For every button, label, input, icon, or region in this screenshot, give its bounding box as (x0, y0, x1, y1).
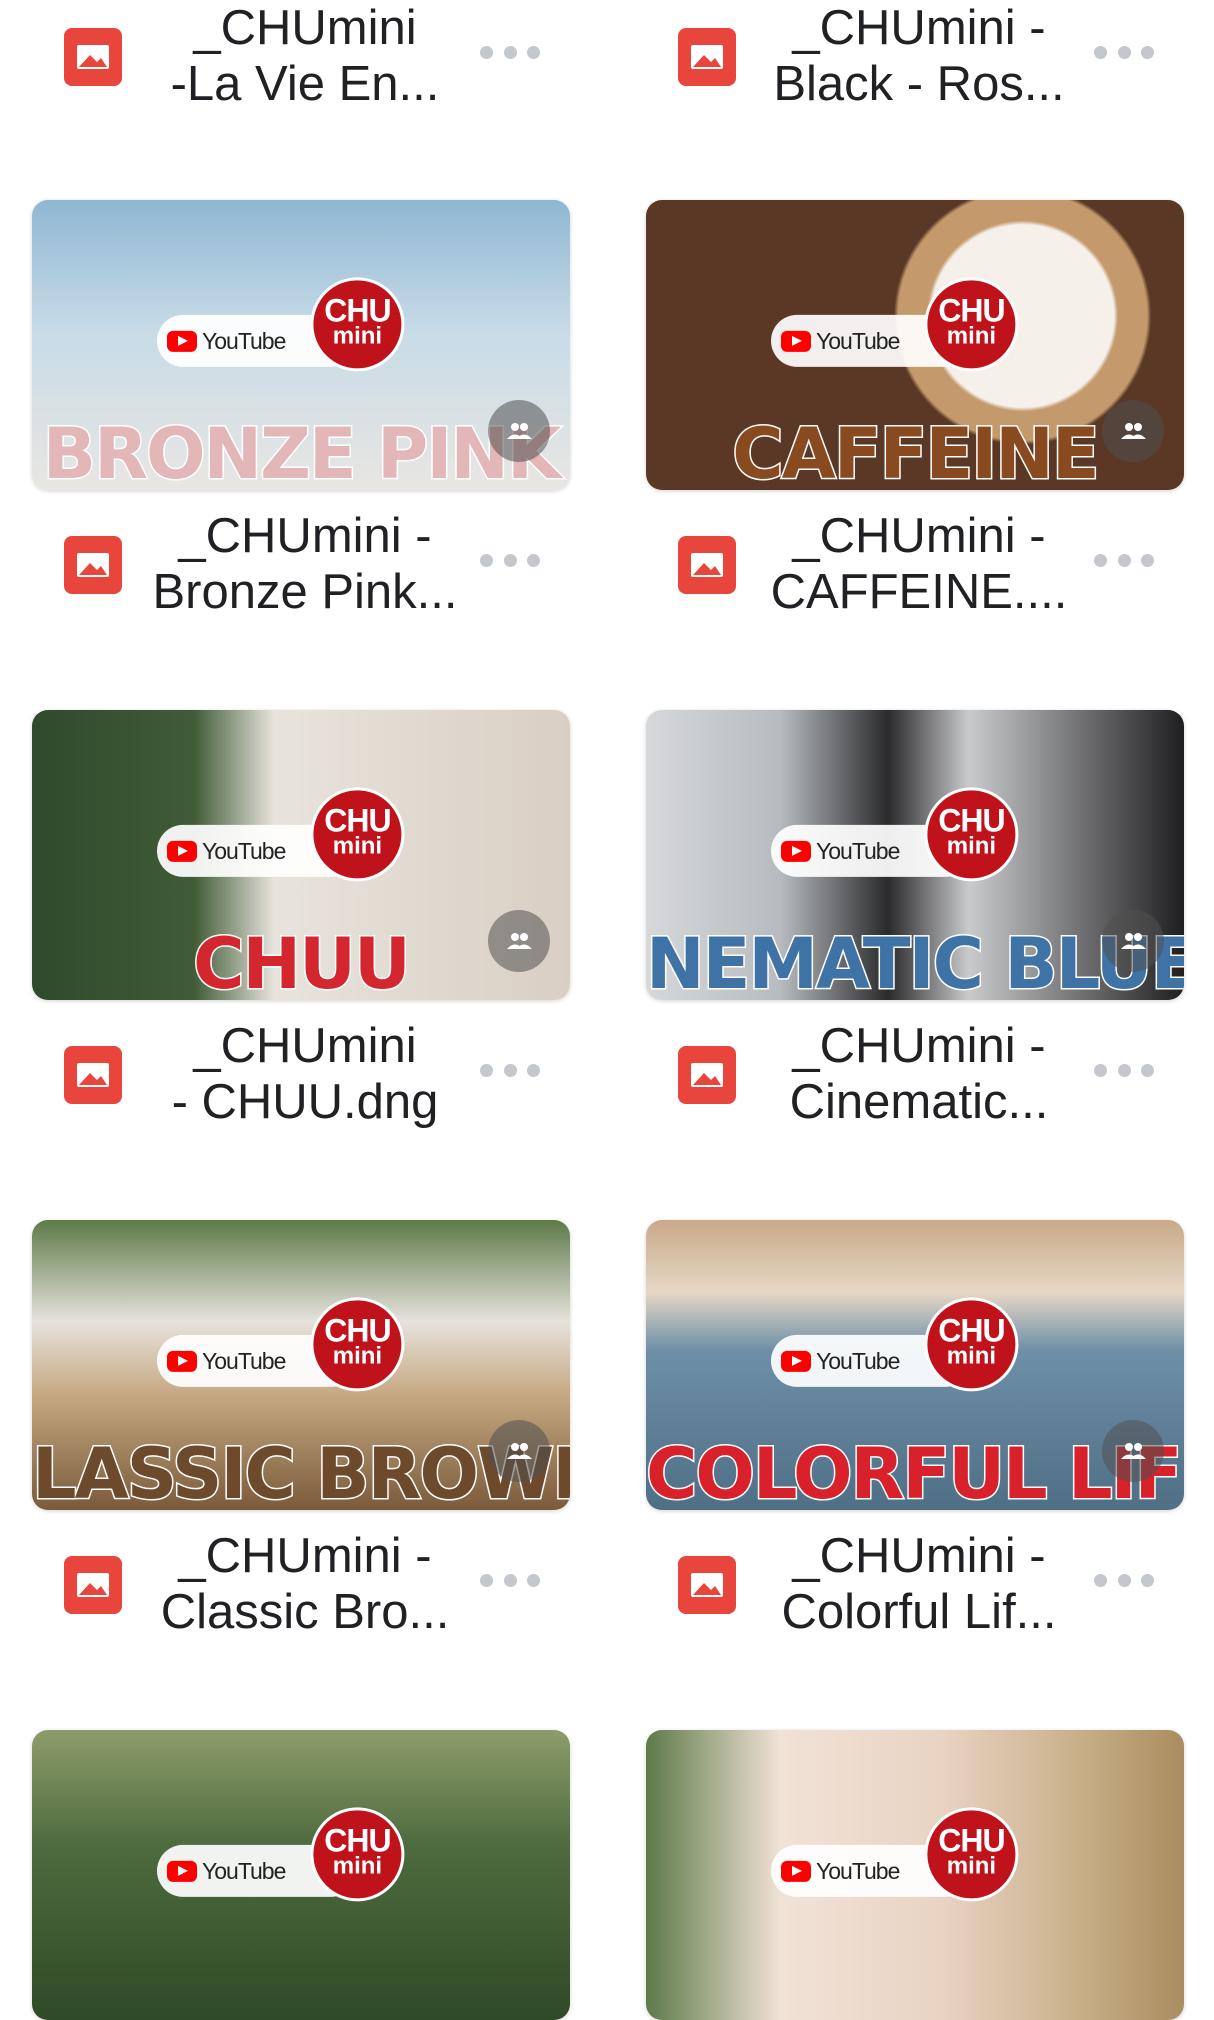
more-options-icon[interactable] (1094, 548, 1154, 572)
more-options-icon[interactable] (480, 1568, 540, 1592)
more-options-icon[interactable] (1094, 1568, 1154, 1592)
youtube-logo-icon (167, 840, 197, 862)
chu-mini-logo: CHU mini (310, 787, 405, 882)
chu-mini-logo: CHU mini (924, 1297, 1019, 1392)
shared-people-icon (1102, 400, 1164, 462)
more-options-icon[interactable] (480, 40, 540, 64)
image-file-icon (64, 536, 122, 594)
image-file-icon (678, 28, 736, 86)
chu-mini-logo: CHU mini (310, 1807, 405, 1902)
file-name: _CHUmini - Bronze Pink... (152, 509, 458, 619)
youtube-logo-icon (781, 1860, 811, 1882)
file-grid: _CHUmini -La Vie En... _CHUmini - Black - … (0, 0, 1214, 2020)
file-item[interactable]: _CHUmini - Classic Bro... (0, 1528, 590, 1639)
file-thumbnail[interactable]: YouTube CHU mini (646, 1730, 1184, 2020)
image-file-icon (678, 536, 736, 594)
file-item[interactable]: _CHUmini - Black - Ros... (614, 0, 1204, 111)
file-thumbnail[interactable]: YouTube CHU mini CAFFEINE (646, 200, 1184, 490)
shared-people-icon (488, 400, 550, 462)
file-thumbnail[interactable]: YouTube CHU mini NEMATIC BLUE (646, 710, 1184, 1000)
more-options-icon[interactable] (480, 548, 540, 572)
image-file-icon (64, 1556, 122, 1614)
file-item[interactable]: _CHUmini -La Vie En... (0, 0, 590, 111)
file-item[interactable]: _CHUmini - Bronze Pink... (0, 508, 590, 619)
more-options-icon[interactable] (480, 1058, 540, 1082)
file-name: _CHUmini -La Vie En... (170, 1, 440, 111)
file-item[interactable]: _CHUmini - Cinematic... (614, 1018, 1204, 1129)
youtube-logo-icon (167, 1350, 197, 1372)
chu-mini-logo: CHU mini (924, 277, 1019, 372)
chu-mini-logo: CHU mini (310, 1297, 405, 1392)
file-thumbnail[interactable]: YouTube CHU mini (32, 1730, 570, 2020)
more-options-icon[interactable] (1094, 40, 1154, 64)
file-name: _CHUmini - Cinematic... (789, 1019, 1049, 1129)
file-name: _CHUmini - Classic Bro... (160, 1529, 450, 1639)
file-thumbnail[interactable]: YouTube CHU mini BRONZE PINK (32, 200, 570, 490)
youtube-logo-icon (781, 840, 811, 862)
youtube-logo-icon (167, 330, 197, 352)
shared-people-icon (1102, 1420, 1164, 1482)
youtube-logo-icon (167, 1860, 197, 1882)
file-item[interactable]: _CHUmini - Colorful Lif... (614, 1528, 1204, 1639)
shared-people-icon (1102, 910, 1164, 972)
image-file-icon (64, 28, 122, 86)
youtube-logo-icon (781, 330, 811, 352)
image-file-icon (678, 1046, 736, 1104)
file-thumbnail[interactable]: YouTube CHU mini LASSIC BROWN (32, 1220, 570, 1510)
file-name: _CHUmini - Black - Ros... (773, 1, 1065, 111)
chu-mini-logo: CHU mini (924, 787, 1019, 882)
youtube-logo-icon (781, 1350, 811, 1372)
file-thumbnail[interactable]: YouTube CHU mini COLORFUL LIFE (646, 1220, 1184, 1510)
chu-mini-logo: CHU mini (310, 277, 405, 372)
image-file-icon (64, 1046, 122, 1104)
image-file-icon (678, 1556, 736, 1614)
file-item[interactable]: _CHUmini - CHUU.dng (0, 1018, 590, 1129)
file-name: _CHUmini - CHUU.dng (171, 1019, 439, 1129)
chu-mini-logo: CHU mini (924, 1807, 1019, 1902)
more-options-icon[interactable] (1094, 1058, 1154, 1082)
shared-people-icon (488, 910, 550, 972)
file-item[interactable]: _CHUmini - CAFFEINE.... (614, 508, 1204, 619)
file-name: _CHUmini - Colorful Lif... (781, 1529, 1057, 1639)
file-thumbnail[interactable]: YouTube CHU mini CHUU (32, 710, 570, 1000)
shared-people-icon (488, 1420, 550, 1482)
file-name: _CHUmini - CAFFEINE.... (770, 509, 1068, 619)
